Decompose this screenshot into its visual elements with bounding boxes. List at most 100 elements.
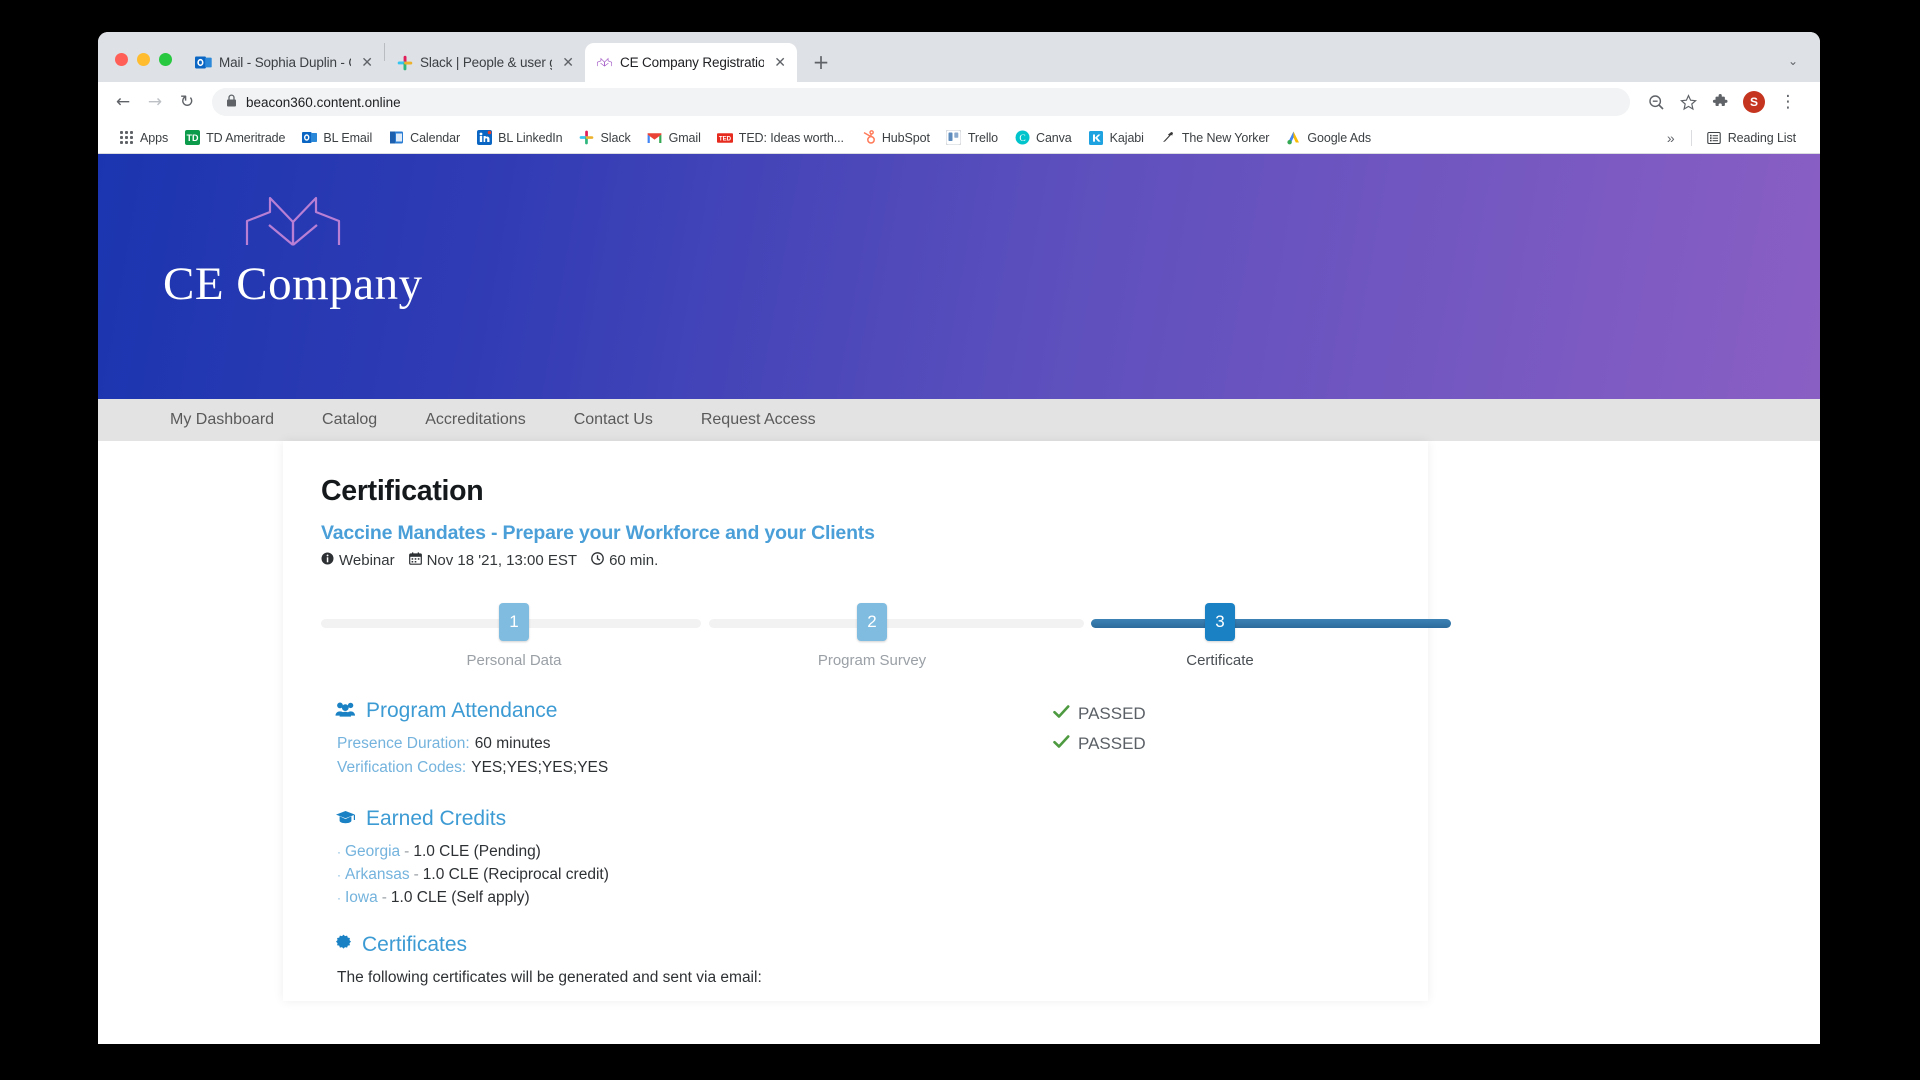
bookmarks-overflow-button[interactable]: » — [1657, 130, 1685, 146]
bookmark-label: Kajabi — [1110, 131, 1144, 145]
address-bar[interactable]: beacon360.content.online — [212, 88, 1630, 116]
site-logo[interactable]: CE Company — [163, 192, 423, 308]
bookmark-label: Slack — [601, 131, 631, 145]
nav-item-catalog[interactable]: Catalog — [298, 399, 401, 441]
course-date: Nov 18 '21, 13:00 EST — [409, 552, 577, 569]
browser-tab-slack[interactable]: Slack | People & user groups | ✕ — [385, 43, 585, 82]
extensions-icon[interactable] — [1706, 88, 1734, 116]
bullet-icon: · — [337, 868, 341, 882]
bookmark-trello[interactable]: Trello — [938, 127, 1006, 149]
browser-window: Mail - Sophia Duplin - Outlook ✕ Slack |… — [98, 32, 1820, 1044]
bookmark-bl-email[interactable]: BL Email — [293, 127, 380, 149]
reading-list-button[interactable]: Reading List — [1698, 127, 1804, 149]
star-icon[interactable] — [1674, 88, 1702, 116]
bookmark-slack[interactable]: Slack — [571, 127, 639, 149]
bookmark-new-yorker[interactable]: The New Yorker — [1152, 127, 1278, 149]
reading-list-icon — [1706, 130, 1722, 146]
credit-detail: 1.0 CLE (Reciprocal credit) — [423, 866, 609, 884]
lock-icon — [226, 94, 237, 110]
course-duration-label: 60 min. — [609, 552, 658, 569]
credit-detail: 1.0 CLE (Self apply) — [391, 889, 530, 907]
credit-state: Iowa — [345, 889, 378, 907]
profile-avatar[interactable]: S — [1743, 91, 1765, 113]
bookmark-label: HubSpot — [882, 131, 930, 145]
bookmark-google-ads[interactable]: Google Ads — [1277, 127, 1379, 149]
bookmark-label: Gmail — [669, 131, 701, 145]
close-tab-button[interactable]: ✕ — [771, 55, 789, 71]
stepper-step-1[interactable]: 1 Personal Data — [434, 591, 594, 669]
bookmark-kajabi[interactable]: Kajabi — [1080, 127, 1152, 149]
close-tab-button[interactable]: ✕ — [358, 55, 376, 71]
page-viewport: CE Company My Dashboard Catalog Accredit… — [98, 154, 1820, 1044]
verification-codes-value: YES;YES;YES;YES — [471, 759, 608, 777]
bookmark-td-ameritrade[interactable]: TD TD Ameritrade — [176, 127, 293, 149]
calendar-icon — [388, 130, 404, 146]
ce-company-book-icon — [596, 54, 613, 71]
graduation-cap-icon — [335, 808, 356, 830]
bookmark-bl-linkedin[interactable]: BL LinkedIn — [468, 127, 570, 149]
credit-dash: - — [414, 866, 419, 884]
clock-icon — [591, 552, 604, 569]
stepper-number: 1 — [499, 603, 529, 641]
bookmark-gmail[interactable]: Gmail — [639, 127, 709, 149]
forward-button[interactable]: → — [140, 87, 170, 117]
tab-title: Slack | People & user groups | — [420, 55, 552, 70]
info-icon — [321, 552, 334, 569]
slack-icon — [396, 54, 413, 71]
site-nav: My Dashboard Catalog Accreditations Cont… — [98, 399, 1820, 441]
bookmark-apps[interactable]: Apps — [110, 127, 176, 149]
zoom-out-icon[interactable] — [1642, 88, 1670, 116]
browser-tab-outlook[interactable]: Mail - Sophia Duplin - Outlook ✕ — [184, 43, 384, 82]
credit-dash: - — [404, 843, 409, 861]
bookmark-calendar[interactable]: Calendar — [380, 127, 468, 149]
zoom-window-button[interactable] — [159, 53, 172, 66]
url-text: beacon360.content.online — [246, 95, 401, 110]
browser-tab-ce-company-registration[interactable]: CE Company Registration ✕ — [585, 43, 797, 82]
bullet-icon: · — [337, 845, 341, 859]
screen: Mail - Sophia Duplin - Outlook ✕ Slack |… — [0, 0, 1920, 1080]
ted-icon: TED — [717, 130, 733, 146]
stepper-step-2[interactable]: 2 Program Survey — [792, 591, 952, 669]
bookmark-label: TED: Ideas worth... — [739, 131, 844, 145]
nav-item-contact-us[interactable]: Contact Us — [550, 399, 677, 441]
new-yorker-icon — [1160, 130, 1176, 146]
tabstrip-menu-button[interactable]: ⌄ — [1788, 54, 1820, 82]
tab-title: CE Company Registration — [620, 55, 764, 70]
verification-codes-row: Verification Codes: YES;YES;YES;YES — [337, 759, 1404, 777]
minimize-window-button[interactable] — [137, 53, 150, 66]
tab-strip: Mail - Sophia Duplin - Outlook ✕ Slack |… — [98, 32, 1820, 82]
section-earned-credits-heading: Earned Credits — [335, 807, 1404, 831]
bookmark-hubspot[interactable]: HubSpot — [852, 127, 938, 149]
close-window-button[interactable] — [115, 53, 128, 66]
verification-codes-label: Verification Codes: — [337, 759, 466, 777]
course-type-label: Webinar — [339, 552, 395, 569]
bookmark-canva[interactable]: C Canva — [1006, 127, 1080, 149]
back-button[interactable]: ← — [108, 87, 138, 117]
nav-item-request-access[interactable]: Request Access — [677, 399, 840, 441]
site-logo-text: CE Company — [163, 261, 423, 308]
bookmark-ted[interactable]: TED TED: Ideas worth... — [709, 127, 852, 149]
apps-grid-icon — [118, 130, 134, 146]
status-label: PASSED — [1078, 704, 1146, 724]
course-title[interactable]: Vaccine Mandates - Prepare your Workforc… — [321, 522, 1404, 545]
check-icon — [1053, 703, 1070, 724]
stepper-label: Certificate — [1140, 652, 1300, 669]
close-tab-button[interactable]: ✕ — [559, 55, 577, 71]
window-traffic-lights[interactable] — [98, 53, 184, 82]
reading-list-label: Reading List — [1728, 131, 1796, 145]
nav-item-my-dashboard[interactable]: My Dashboard — [146, 399, 298, 441]
tab-title: Mail - Sophia Duplin - Outlook — [219, 55, 351, 70]
calendar-icon — [409, 552, 422, 569]
presence-duration-value: 60 minutes — [475, 735, 551, 753]
stepper-step-3[interactable]: 3 Certificate — [1140, 591, 1300, 669]
course-date-label: Nov 18 '21, 13:00 EST — [427, 552, 577, 569]
reload-button[interactable]: ↻ — [172, 87, 202, 117]
browser-menu-button[interactable]: ⋮ — [1774, 88, 1802, 116]
nav-item-accreditations[interactable]: Accreditations — [401, 399, 550, 441]
trello-icon — [946, 130, 962, 146]
check-icon — [1053, 733, 1070, 754]
credit-item: · Georgia - 1.0 CLE (Pending) — [337, 843, 1404, 861]
canva-icon: C — [1014, 130, 1030, 146]
page-title: Certification — [321, 475, 1404, 508]
new-tab-button[interactable]: + — [806, 47, 836, 77]
